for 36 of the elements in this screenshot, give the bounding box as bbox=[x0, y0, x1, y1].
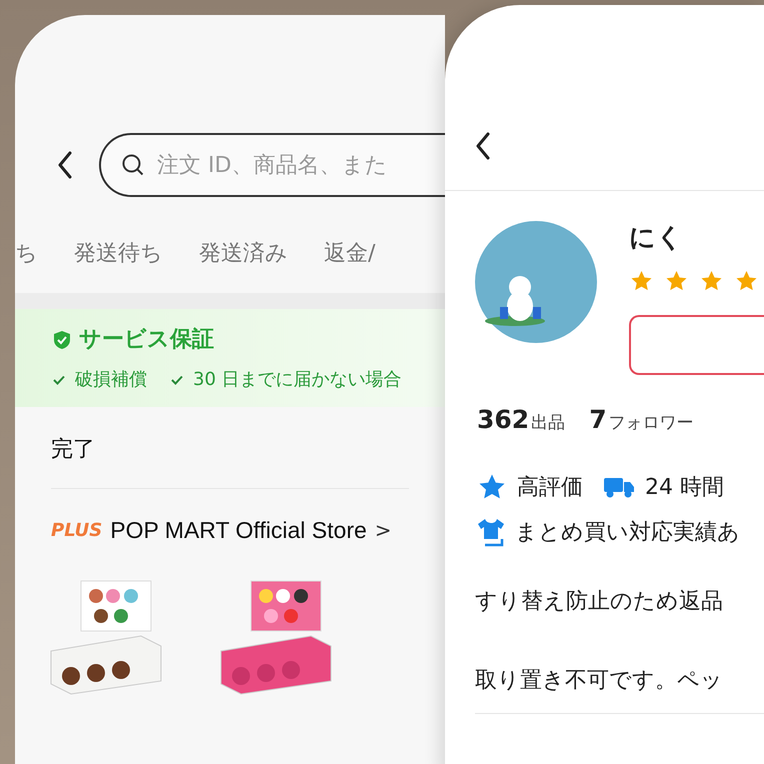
stat-unit: フォロワー bbox=[608, 412, 694, 435]
star-icon bbox=[734, 269, 759, 293]
star-icon bbox=[629, 269, 654, 293]
stat-unit: 出品 bbox=[531, 412, 566, 435]
order-tab[interactable]: 発送済み bbox=[199, 236, 288, 270]
stat-count: 362 bbox=[477, 404, 530, 436]
star-icon bbox=[664, 269, 689, 293]
check-icon bbox=[171, 374, 183, 384]
star-icon bbox=[699, 269, 724, 293]
seller-note: 取り置き不可です。ペッ bbox=[475, 666, 724, 694]
check-icon bbox=[53, 374, 65, 384]
shield-icon bbox=[53, 330, 71, 350]
search-bar[interactable]: 注文 ID、商品名、また bbox=[99, 133, 445, 197]
shirt-icon bbox=[477, 517, 505, 547]
order-tab[interactable]: 返金/ bbox=[324, 236, 376, 270]
guarantee-item: 破損補償 bbox=[75, 368, 147, 392]
search-field[interactable]: 注文 ID、商品名、また bbox=[157, 148, 445, 182]
back-button[interactable] bbox=[475, 132, 491, 160]
seller-feature-label: まとめ買い対応実績あ bbox=[515, 518, 740, 546]
truck-icon bbox=[603, 475, 635, 499]
stat-count: 7 bbox=[589, 404, 607, 436]
search-icon bbox=[121, 153, 145, 177]
guarantee-item: 30 日までに届かない場合 bbox=[193, 368, 402, 392]
order-tab[interactable]: 発送待ち bbox=[74, 236, 163, 270]
seller-feature-label: 高評価 bbox=[517, 474, 583, 502]
seller-feature-label: 24 時間 bbox=[645, 474, 724, 502]
store-name[interactable]: POP MART Official Store bbox=[110, 513, 367, 548]
guarantee-title: サービス保証 bbox=[79, 326, 214, 354]
follow-button[interactable] bbox=[629, 315, 764, 375]
seller-name: にく bbox=[629, 225, 684, 251]
plus-label: PLUS bbox=[51, 518, 102, 543]
seller-note: すり替え防止のため返品 bbox=[475, 588, 724, 616]
chevron-icon[interactable]: > bbox=[374, 515, 392, 546]
order-status: 完了 bbox=[51, 407, 409, 489]
back-button[interactable] bbox=[57, 151, 73, 179]
order-tab[interactable]: ち bbox=[15, 236, 38, 270]
